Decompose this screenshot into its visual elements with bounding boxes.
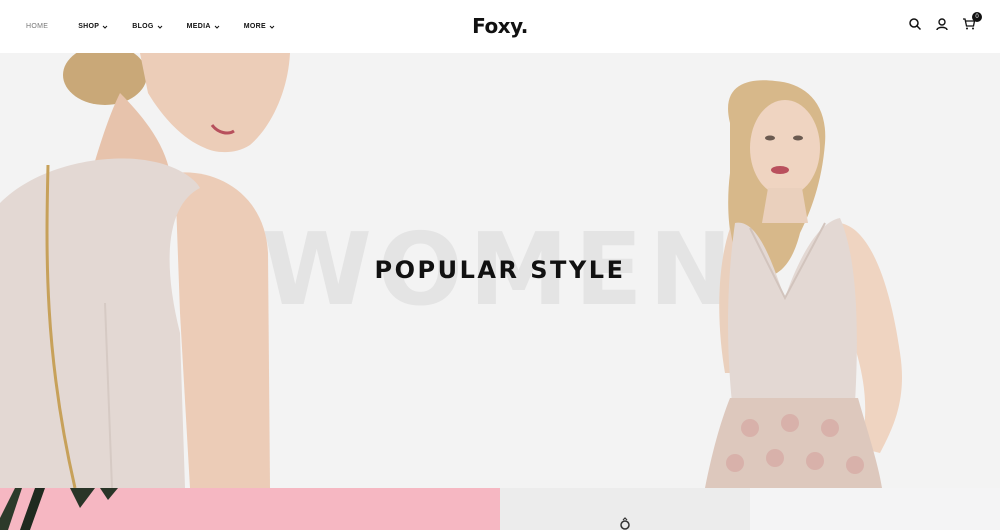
main-nav: HOME SHOP BLOG MEDIA MORE	[26, 0, 299, 53]
promo-tile-grey[interactable]	[500, 488, 750, 530]
cart-icon[interactable]: 0	[962, 12, 982, 31]
ring-icon	[620, 517, 630, 530]
nav-more[interactable]: MORE	[244, 23, 275, 30]
nav-more-label: MORE	[243, 23, 266, 30]
promo-tile-pink[interactable]	[0, 488, 500, 530]
header-actions: 0	[895, 12, 982, 31]
chevron-down-icon	[157, 25, 163, 29]
chevron-down-icon	[102, 25, 108, 29]
leaf-image	[0, 488, 118, 530]
nav-shop-label: SHOP	[78, 23, 100, 30]
nav-media[interactable]: MEDIA	[187, 23, 220, 30]
search-icon[interactable]	[908, 17, 922, 31]
chevron-down-icon	[214, 25, 220, 29]
cart-count-badge: 0	[972, 12, 982, 22]
chevron-down-icon	[269, 25, 275, 29]
nav-home[interactable]: HOME	[26, 23, 48, 30]
nav-home-label: HOME	[26, 23, 49, 30]
site-header: HOME SHOP BLOG MEDIA MORE Foxy. 0	[0, 0, 1000, 53]
user-icon[interactable]	[935, 17, 949, 31]
hero-title: POPULAR STYLE	[374, 256, 626, 284]
nav-blog-label: BLOG	[132, 23, 154, 30]
nav-media-label: MEDIA	[186, 23, 211, 30]
promo-tile-light[interactable]	[750, 488, 1000, 530]
nav-blog[interactable]: BLOG	[132, 23, 163, 30]
hero-banner[interactable]: WOMEN POPULAR STYLE	[0, 53, 1000, 488]
nav-shop[interactable]: SHOP	[78, 23, 108, 30]
